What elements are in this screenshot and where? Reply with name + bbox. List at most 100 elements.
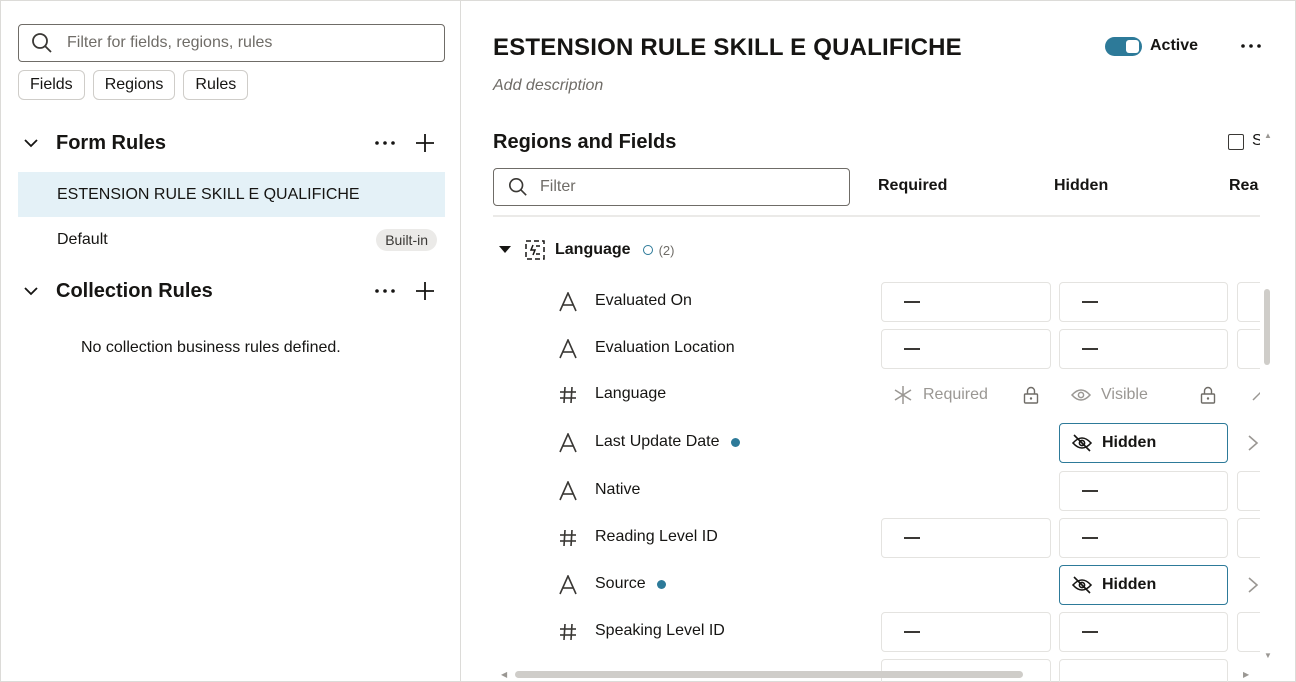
field-row: Evaluated On	[557, 282, 1260, 322]
dash-icon	[1082, 537, 1098, 539]
chip-regions[interactable]: Regions	[92, 70, 176, 100]
field-row: Native	[557, 471, 1260, 511]
read-only-cell[interactable]	[1237, 612, 1260, 652]
show-checkbox[interactable]	[1228, 134, 1244, 150]
scroll-down-arrow[interactable]: ▼	[1264, 651, 1272, 660]
read-only-cell	[1237, 375, 1260, 415]
rule-item-label: Default	[57, 230, 108, 248]
collection-rules-header: Collection Rules	[18, 271, 445, 311]
field-label-text: Evaluated On	[595, 292, 692, 309]
regions-fields-clip: Regions and Fields S Required Hidden Rea…	[461, 1, 1260, 682]
hidden-text: Hidden	[1102, 434, 1157, 451]
field-row: Reading Level ID	[557, 518, 1260, 558]
field-label: Source	[595, 575, 666, 593]
required-text: Required	[923, 386, 988, 403]
horizontal-scrollbar[interactable]	[515, 671, 1023, 678]
required-cell[interactable]	[881, 329, 1051, 369]
text-icon	[557, 479, 579, 503]
field-row: Speaking Level ID	[557, 612, 1260, 652]
fields-filter[interactable]	[493, 168, 850, 206]
region-language[interactable]: Language (2)	[499, 237, 674, 263]
required-cell[interactable]	[881, 282, 1051, 322]
field-label-text: Last Update Date	[595, 433, 720, 450]
read-only-cell[interactable]	[1237, 423, 1260, 463]
dash-icon	[1082, 348, 1098, 350]
sidebar-search-input[interactable]	[67, 34, 427, 52]
lock-icon	[1200, 386, 1216, 404]
text-icon	[557, 573, 579, 597]
text-icon	[557, 337, 579, 361]
required-cell[interactable]	[881, 612, 1051, 652]
required-cell: Required	[881, 375, 1051, 415]
caret-down-icon[interactable]	[499, 246, 511, 254]
hidden-cell[interactable]	[1059, 659, 1228, 682]
read-only-cell[interactable]	[1237, 282, 1260, 322]
scroll-right-arrow[interactable]: ▶	[1243, 670, 1249, 679]
more-icon[interactable]	[365, 123, 405, 163]
field-label-text: Evaluation Location	[595, 339, 735, 356]
read-only-cell[interactable]	[1237, 329, 1260, 369]
chevron-down-icon[interactable]	[18, 286, 44, 296]
field-label-text: Reading Level ID	[595, 528, 718, 545]
chevron-right-icon	[1248, 577, 1259, 593]
read-only-cell[interactable]	[1237, 518, 1260, 558]
dash-icon	[1082, 631, 1098, 633]
built-in-badge: Built-in	[376, 229, 437, 251]
lock-icon	[1023, 386, 1039, 404]
region-name: Language	[555, 241, 631, 258]
modified-dot	[730, 437, 740, 447]
modified-dot	[656, 579, 666, 589]
required-cell[interactable]	[881, 518, 1051, 558]
rules-sidebar: Fields Regions Rules Form Rules ESTENSIO…	[1, 1, 461, 682]
app-window: Fields Regions Rules Form Rules ESTENSIO…	[0, 0, 1296, 682]
hidden-cell[interactable]	[1059, 612, 1228, 652]
field-label-text: Source	[595, 575, 646, 592]
more-icon[interactable]	[365, 271, 405, 311]
number-icon	[557, 620, 579, 644]
visible-text: Visible	[1101, 386, 1148, 403]
field-row: Last Update Date Hidden	[557, 423, 1260, 463]
dash-icon	[904, 631, 920, 633]
filter-chips: Fields Regions Rules	[18, 70, 249, 100]
region-icon	[525, 240, 545, 260]
rule-item-estension[interactable]: ESTENSION RULE SKILL E QUALIFICHE	[18, 172, 445, 217]
add-icon[interactable]	[405, 271, 445, 311]
hidden-cell[interactable]: Hidden	[1059, 423, 1228, 463]
field-label: Speaking Level ID	[595, 622, 725, 640]
scroll-left-arrow[interactable]: ◀	[501, 670, 507, 679]
hidden-cell[interactable]	[1059, 329, 1228, 369]
vertical-scrollbar[interactable]	[1264, 289, 1270, 365]
section-title: Regions and Fields	[493, 131, 677, 153]
chevron-down-icon[interactable]	[18, 138, 44, 148]
eye-off-icon	[1072, 434, 1092, 452]
field-label-text: Native	[595, 481, 641, 498]
dash-icon	[904, 537, 920, 539]
number-icon	[557, 383, 579, 407]
fields-filter-input[interactable]	[540, 178, 820, 196]
text-icon	[557, 290, 579, 314]
eye-icon	[1071, 389, 1091, 401]
column-required: Required	[878, 177, 948, 194]
column-read-only: Rea	[1229, 177, 1259, 194]
asterisk-icon	[894, 386, 912, 404]
rule-item-default[interactable]: Default Built-in	[18, 217, 445, 262]
hidden-cell[interactable]	[1059, 282, 1228, 322]
chip-rules[interactable]: Rules	[183, 70, 249, 100]
hidden-cell[interactable]	[1059, 471, 1228, 511]
field-label: Last Update Date	[595, 433, 740, 451]
field-label: Language	[595, 385, 666, 403]
form-rules-title: Form Rules	[56, 131, 167, 154]
collection-empty-text: No collection business rules defined.	[81, 339, 341, 356]
sidebar-search[interactable]	[18, 24, 445, 62]
hidden-cell[interactable]: Hidden	[1059, 565, 1228, 605]
field-row: Language Required Visible	[557, 375, 1260, 415]
scroll-up-arrow[interactable]: ▲	[1264, 131, 1272, 140]
status-ring-icon	[642, 245, 653, 255]
read-only-cell[interactable]	[1237, 565, 1260, 605]
chip-fields[interactable]: Fields	[18, 70, 85, 100]
read-only-cell[interactable]	[1237, 471, 1260, 511]
add-icon[interactable]	[405, 123, 445, 163]
hidden-cell[interactable]	[1059, 518, 1228, 558]
eye-off-icon	[1072, 576, 1092, 594]
field-label-text: Speaking Level ID	[595, 622, 725, 639]
